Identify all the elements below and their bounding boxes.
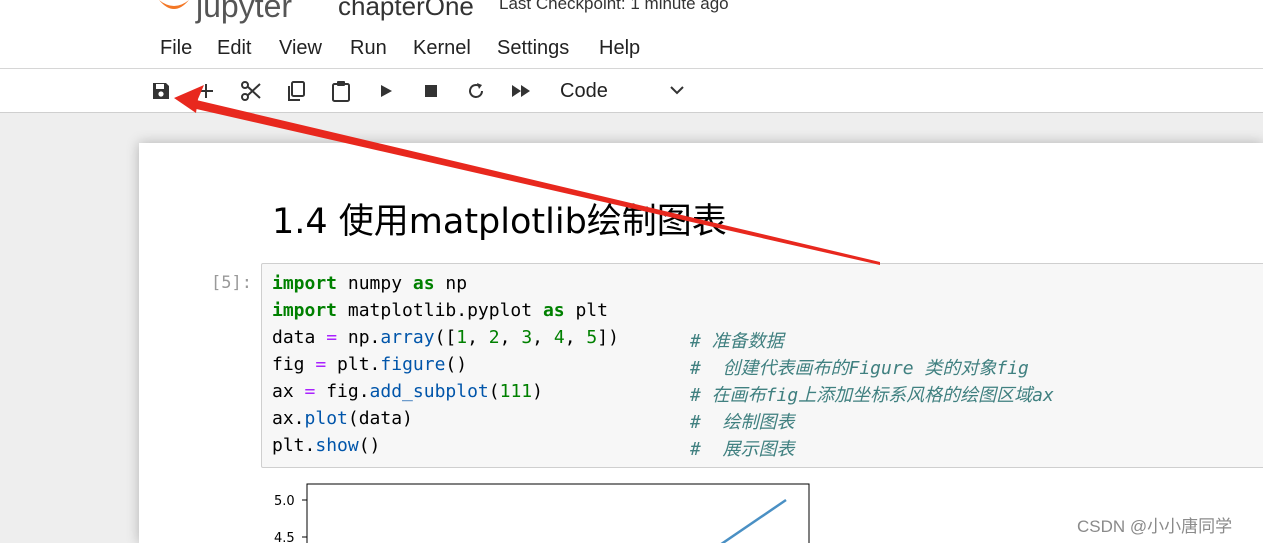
code-line-3: data = np.array([1, 2, 3, 4, 5]) — [272, 327, 619, 348]
restart-icon — [469, 82, 483, 98]
cell-type-value: Code — [560, 80, 608, 102]
menu-bar: File Edit View Run Kernel Settings Help — [0, 27, 1263, 69]
notebook-panel: 1.4 使用matplotlib绘制图表 [5]: import numpy a… — [139, 143, 1263, 543]
menu-file[interactable]: File — [160, 37, 192, 60]
restart-button[interactable] — [458, 69, 494, 112]
code-line-4: fig = plt.figure() — [272, 354, 468, 375]
menu-kernel[interactable]: Kernel — [413, 37, 471, 60]
cut-icon — [241, 80, 261, 101]
copy-icon — [288, 80, 305, 101]
menu-edit[interactable]: Edit — [217, 37, 251, 60]
run-button[interactable] — [368, 69, 404, 112]
code-comment-5: # 在画布fig上添加坐标系风格的绘图区域ax — [690, 385, 1054, 406]
run-all-icon — [512, 84, 530, 97]
run-all-button[interactable] — [503, 69, 539, 112]
y-tick-label-4.5: 4.5 — [274, 531, 295, 543]
paste-icon — [332, 80, 350, 102]
input-prompt: [5]: — [211, 273, 252, 293]
plot-output: 5.0 4.5 — [274, 481, 814, 543]
menu-run[interactable]: Run — [350, 37, 387, 60]
checkpoint-status: Last Checkpoint: 1 minute ago — [499, 0, 729, 13]
save-icon — [153, 82, 169, 99]
save-button[interactable] — [143, 69, 179, 112]
copy-button[interactable] — [278, 69, 314, 112]
chevron-down-icon — [670, 86, 684, 95]
jupyter-logo-icon — [159, 0, 189, 9]
code-line-5: ax = fig.add_subplot(111) — [272, 381, 543, 402]
stop-button[interactable] — [413, 69, 449, 112]
run-icon — [381, 84, 392, 97]
code-line-7: plt.show() — [272, 435, 381, 456]
code-comment-7: # 展示图表 — [690, 439, 795, 460]
add-cell-button[interactable] — [188, 69, 224, 112]
watermark: CSDN @小小唐同学 — [1077, 517, 1233, 536]
cut-button[interactable] — [233, 69, 269, 112]
notebook-title[interactable]: chapterOne — [338, 0, 474, 22]
markdown-heading: 1.4 使用matplotlib绘制图表 — [272, 202, 727, 242]
code-line-1: import numpy as np — [272, 273, 468, 294]
toolbar: Code — [0, 69, 1263, 113]
plot-figure: 5.0 4.5 — [274, 483, 810, 543]
add-cell-icon — [199, 83, 213, 98]
code-cell[interactable]: import numpy as np import matplotlib.pyp… — [261, 263, 1263, 468]
paste-button[interactable] — [323, 69, 359, 112]
cell-type-select[interactable]: Code — [548, 74, 696, 107]
menu-view[interactable]: View — [279, 37, 322, 60]
code-line-6: ax.plot(data) — [272, 408, 413, 429]
y-tick-label-5.0: 5.0 — [274, 494, 295, 509]
menu-settings[interactable]: Settings — [497, 37, 569, 60]
jupyter-logo-text: jupyter — [196, 0, 293, 24]
code-comment-6: # 绘制图表 — [690, 412, 795, 433]
code-comment-3: # 准备数据 — [690, 331, 784, 352]
notebook-header: jupyter chapterOne Last Checkpoint: 1 mi… — [0, 0, 1263, 28]
menu-help[interactable]: Help — [599, 37, 640, 60]
code-line-2: import matplotlib.pyplot as plt — [272, 300, 608, 321]
code-comment-4: # 创建代表画布的Figure 类的对象fig — [690, 358, 1029, 379]
stop-icon — [425, 84, 437, 97]
